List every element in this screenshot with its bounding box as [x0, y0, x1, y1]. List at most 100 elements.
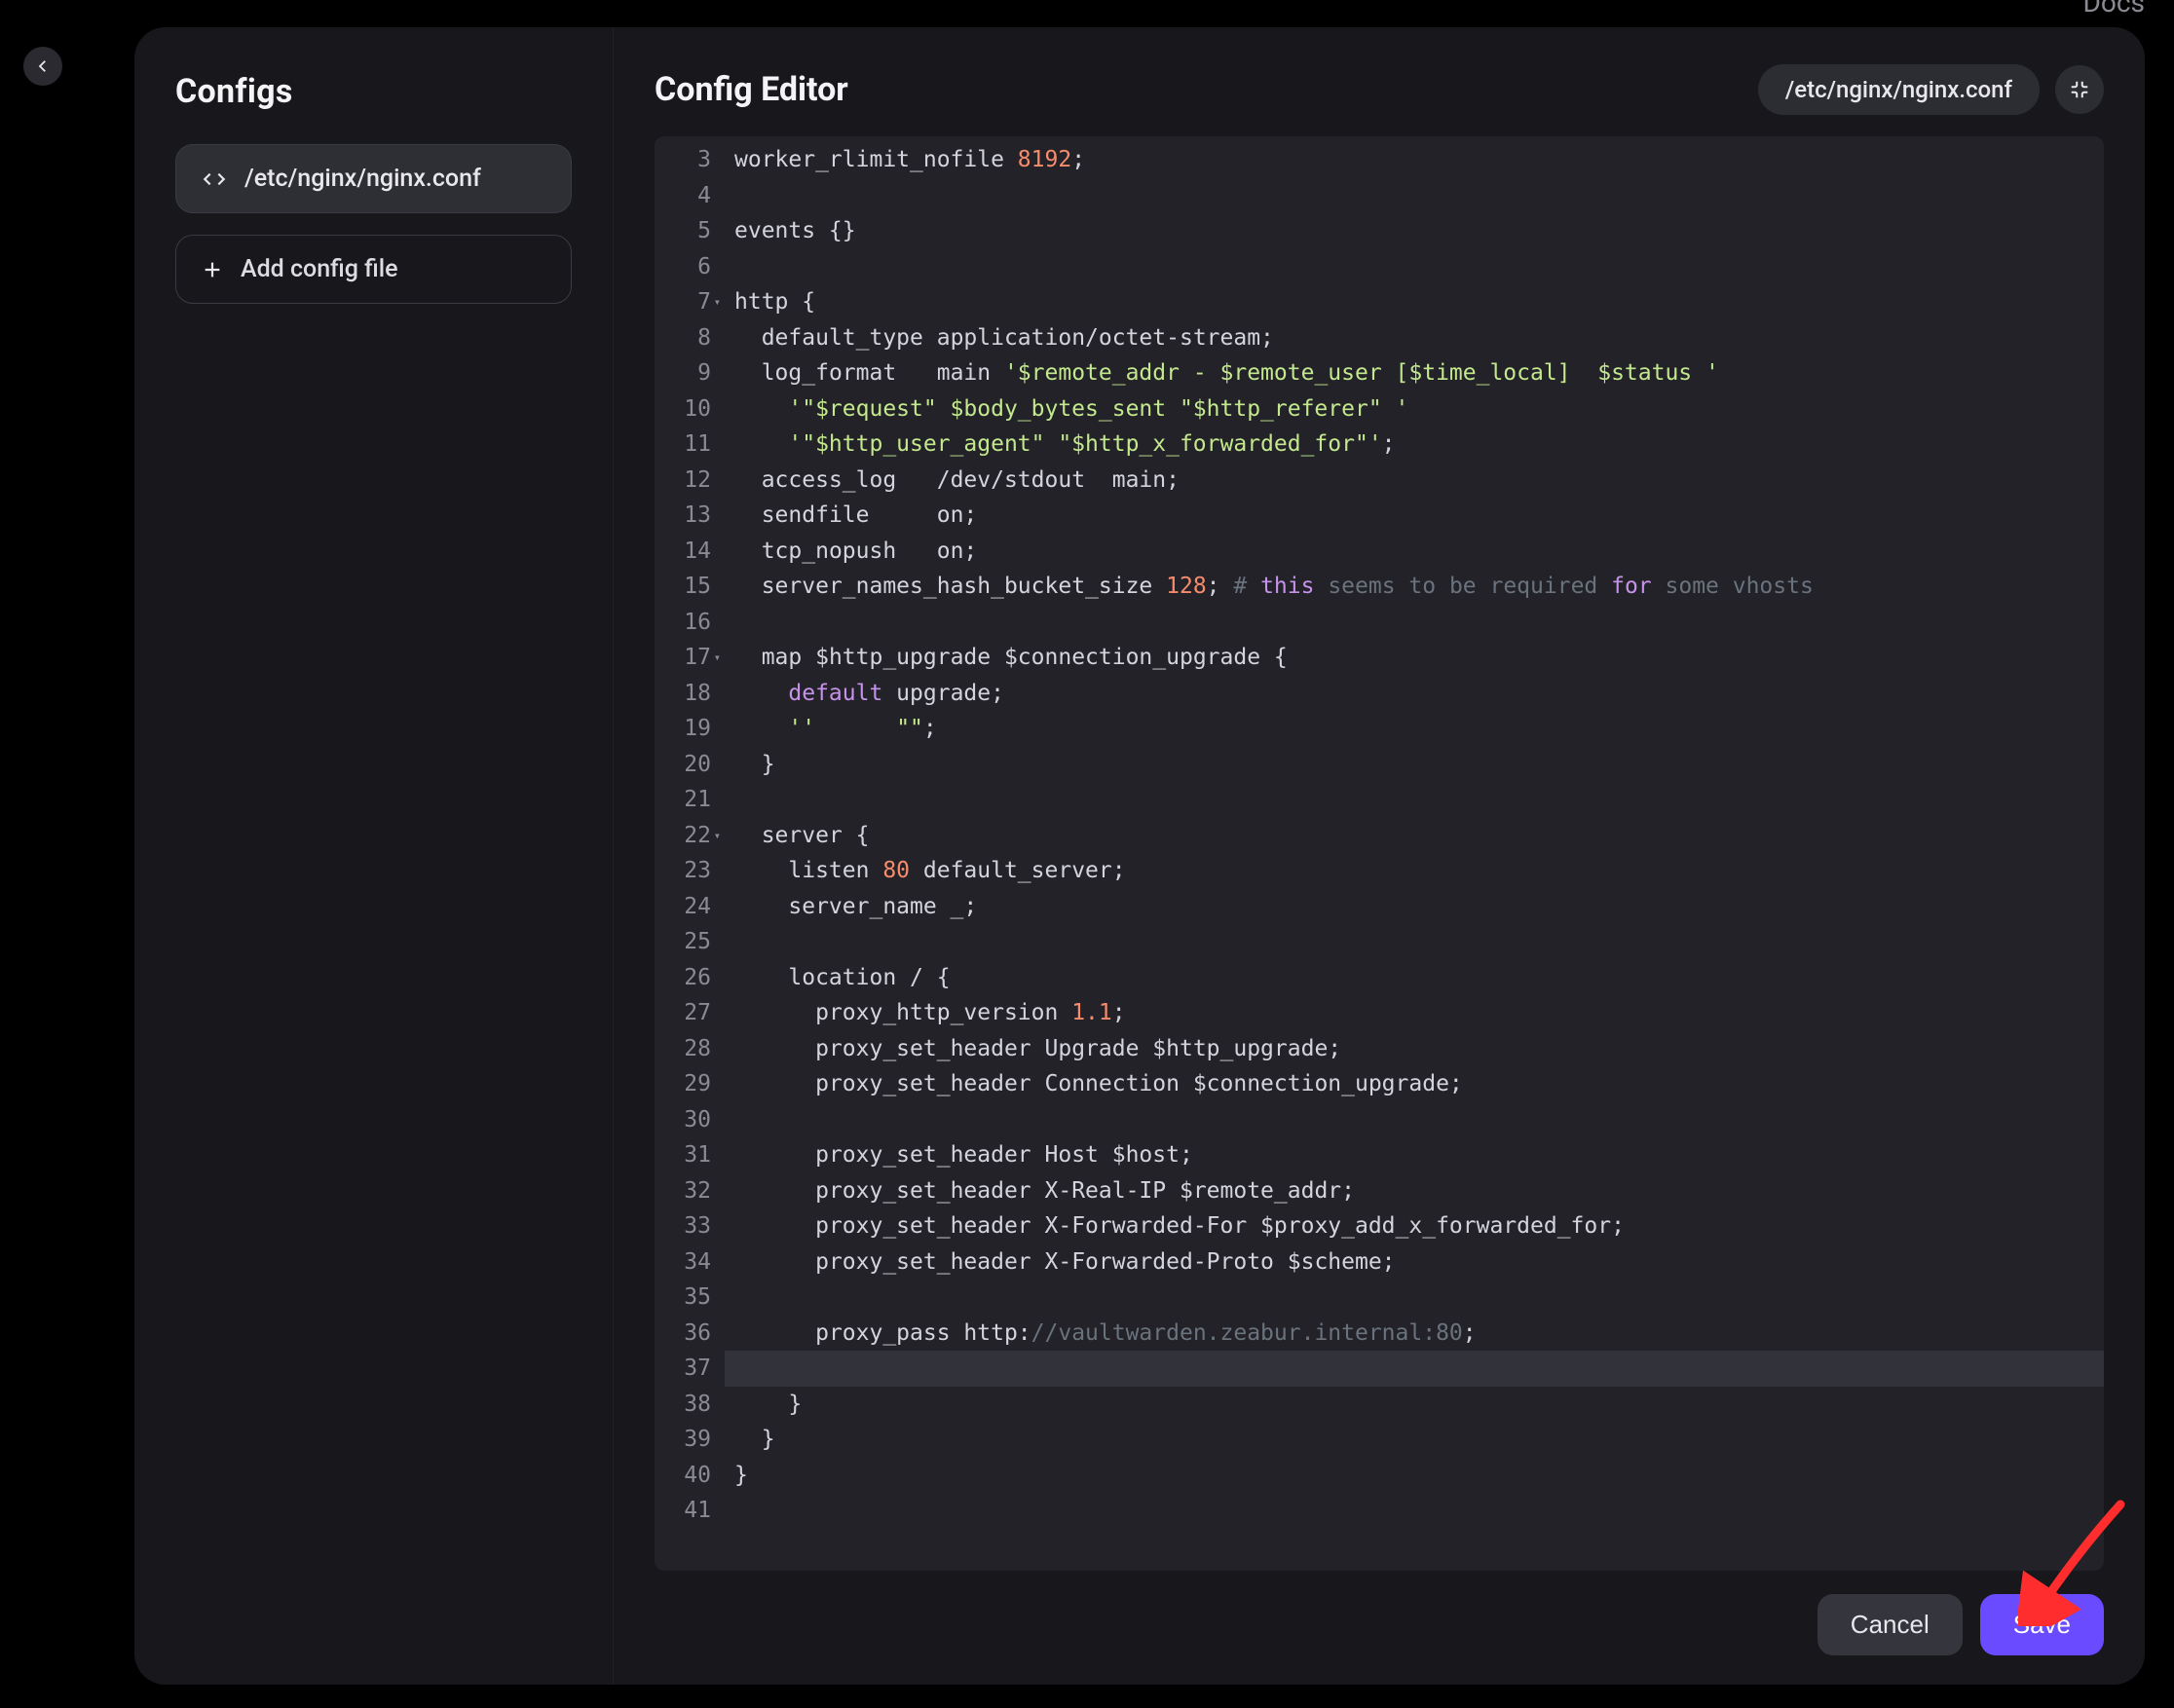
code-line[interactable] [725, 178, 2104, 214]
code-line[interactable]: listen 80 default_server; [725, 853, 2104, 889]
code-line[interactable]: } [725, 1387, 2104, 1423]
code-line[interactable]: server_names_hash_bucket_size 128; # thi… [725, 569, 2104, 605]
code-line[interactable]: proxy_set_header Host $host; [725, 1137, 2104, 1173]
code-line[interactable]: } [725, 747, 2104, 783]
code-editor[interactable]: 34567▾891011121314151617▾1819202122▾2324… [655, 136, 2104, 1571]
code-line[interactable]: log_format main '$remote_addr - $remote_… [725, 355, 2104, 391]
line-number: 20 [655, 747, 711, 783]
code-line[interactable]: proxy_set_header X-Forwarded-Proto $sche… [725, 1244, 2104, 1281]
code-line[interactable] [725, 1280, 2104, 1316]
line-number: 4 [655, 178, 711, 214]
add-config-label: Add config file [241, 255, 398, 283]
line-number: 33 [655, 1208, 711, 1244]
code-line[interactable]: proxy_pass http://vaultwarden.zeabur.int… [725, 1316, 2104, 1352]
code-line[interactable]: proxy_set_header X-Forwarded-For $proxy_… [725, 1208, 2104, 1244]
line-number: 28 [655, 1031, 711, 1067]
code-line[interactable]: proxy_set_header Connection $connection_… [725, 1066, 2104, 1102]
code-line[interactable] [725, 1102, 2104, 1138]
line-number: 41 [655, 1493, 711, 1529]
sidebar-title: Configs [175, 72, 572, 111]
collapse-icon [2069, 79, 2090, 100]
line-number: 12 [655, 463, 711, 499]
save-button[interactable]: Save [1980, 1594, 2104, 1655]
line-number: 11 [655, 427, 711, 463]
docs-link-cropped: Docs [2083, 0, 2145, 19]
line-number: 14 [655, 534, 711, 570]
back-button[interactable] [23, 47, 62, 86]
fold-marker-icon[interactable]: ▾ [714, 818, 721, 854]
line-number: 37 [655, 1351, 711, 1387]
code-line[interactable]: http { [725, 284, 2104, 320]
code-line[interactable]: server { [725, 818, 2104, 854]
collapse-button[interactable] [2055, 65, 2104, 114]
code-line[interactable] [725, 249, 2104, 285]
code-line[interactable]: default upgrade; [725, 676, 2104, 712]
code-line[interactable]: tcp_nopush on; [725, 534, 2104, 570]
line-number: 34 [655, 1244, 711, 1281]
code-line[interactable] [725, 924, 2104, 960]
line-number: 24 [655, 889, 711, 925]
code-line[interactable]: } [725, 1458, 2104, 1494]
line-number: 10 [655, 391, 711, 427]
code-line[interactable]: proxy_set_header X-Real-IP $remote_addr; [725, 1173, 2104, 1209]
config-file-label: /etc/nginx/nginx.conf [244, 165, 481, 193]
line-number: 16 [655, 605, 711, 641]
line-number: 38 [655, 1387, 711, 1423]
line-number: 18 [655, 676, 711, 712]
line-number: 31 [655, 1137, 711, 1173]
line-number: 27 [655, 995, 711, 1031]
code-line[interactable]: events {} [725, 213, 2104, 249]
line-number: 22▾ [655, 818, 711, 854]
fold-marker-icon[interactable]: ▾ [714, 284, 721, 320]
code-line[interactable]: '' ""; [725, 711, 2104, 747]
code-line[interactable] [725, 1493, 2104, 1529]
line-number: 40 [655, 1458, 711, 1494]
arrow-left-icon [34, 57, 52, 75]
code-line[interactable]: '"$request" $body_bytes_sent "$http_refe… [725, 391, 2104, 427]
line-number: 7▾ [655, 284, 711, 320]
file-path-pill[interactable]: /etc/nginx/nginx.conf [1758, 64, 2040, 115]
code-line[interactable]: proxy_http_version 1.1; [725, 995, 2104, 1031]
line-number: 8 [655, 320, 711, 356]
add-config-button[interactable]: Add config file [175, 235, 572, 304]
editor-title: Config Editor [655, 70, 848, 109]
line-number: 30 [655, 1102, 711, 1138]
line-number: 35 [655, 1280, 711, 1316]
fold-marker-icon[interactable]: ▾ [714, 640, 721, 676]
code-line[interactable] [725, 605, 2104, 641]
code-line[interactable]: access_log /dev/stdout main; [725, 463, 2104, 499]
line-number: 17▾ [655, 640, 711, 676]
code-line[interactable]: } [725, 1422, 2104, 1458]
line-number: 15 [655, 569, 711, 605]
editor-footer: Cancel Save [655, 1594, 2104, 1655]
line-number: 21 [655, 782, 711, 818]
code-line[interactable]: proxy_set_header Upgrade $http_upgrade; [725, 1031, 2104, 1067]
code-line[interactable] [725, 1351, 2104, 1387]
code-line[interactable] [725, 782, 2104, 818]
config-file-item[interactable]: /etc/nginx/nginx.conf [175, 144, 572, 213]
code-line[interactable]: map $http_upgrade $connection_upgrade { [725, 640, 2104, 676]
code-line[interactable]: sendfile on; [725, 498, 2104, 534]
code-line[interactable]: '"$http_user_agent" "$http_x_forwarded_f… [725, 427, 2104, 463]
line-number: 5 [655, 213, 711, 249]
line-number: 25 [655, 924, 711, 960]
line-number: 26 [655, 960, 711, 996]
line-number: 13 [655, 498, 711, 534]
line-number: 6 [655, 249, 711, 285]
line-number: 9 [655, 355, 711, 391]
line-number: 36 [655, 1316, 711, 1352]
code-line[interactable]: server_name _; [725, 889, 2104, 925]
cancel-button[interactable]: Cancel [1818, 1594, 1963, 1655]
line-number: 23 [655, 853, 711, 889]
editor-main: Config Editor /etc/nginx/nginx.conf 3456… [614, 27, 2145, 1685]
code-icon [202, 167, 227, 192]
config-panel: Configs /etc/nginx/nginx.conf Add config… [134, 27, 2145, 1685]
code-line[interactable]: default_type application/octet-stream; [725, 320, 2104, 356]
code-line[interactable]: worker_rlimit_nofile 8192; [725, 142, 2104, 178]
code-line[interactable]: location / { [725, 960, 2104, 996]
line-number: 3 [655, 142, 711, 178]
line-number: 29 [655, 1066, 711, 1102]
plus-icon [202, 259, 223, 280]
line-number: 39 [655, 1422, 711, 1458]
line-number: 19 [655, 711, 711, 747]
